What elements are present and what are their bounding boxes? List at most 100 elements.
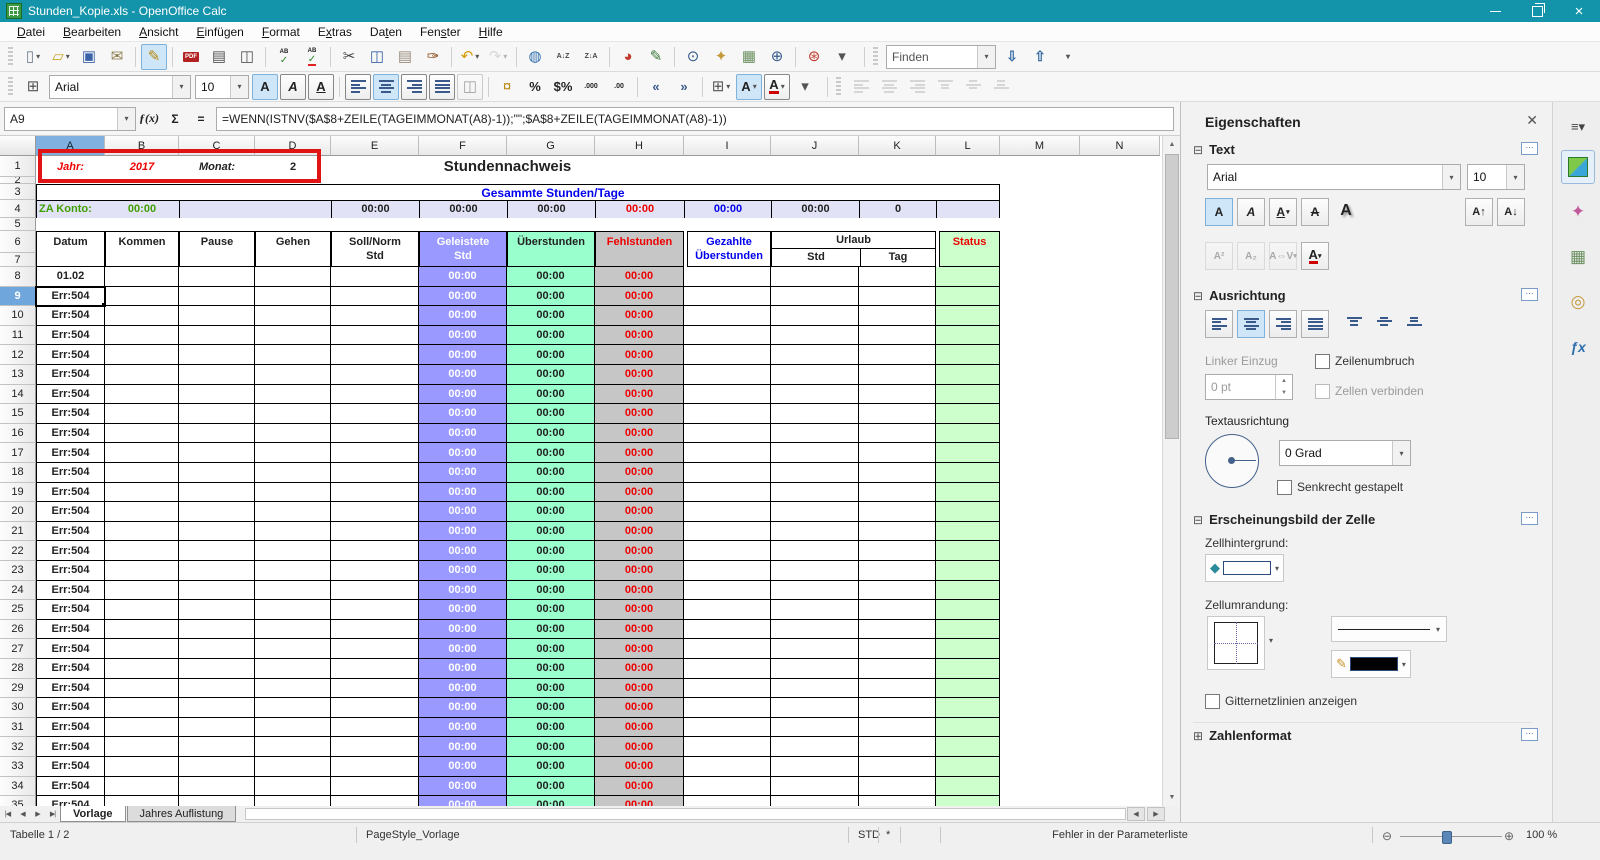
cell-c33[interactable] <box>179 757 255 777</box>
cell-b24[interactable] <box>105 580 179 601</box>
cell-i26[interactable] <box>684 619 771 640</box>
cell-i27[interactable] <box>684 639 771 659</box>
cell-f11[interactable]: 00:00 <box>419 325 507 346</box>
cell-g18[interactable]: 00:00 <box>507 463 595 483</box>
cell-k9[interactable] <box>859 286 936 307</box>
cell-j15[interactable] <box>771 404 859 424</box>
cell-i17[interactable] <box>684 443 771 463</box>
cell-g31[interactable]: 00:00 <box>507 717 595 738</box>
cell-b16[interactable] <box>105 423 179 444</box>
cell-f33[interactable]: 00:00 <box>419 757 507 777</box>
row-header-15[interactable]: 15 <box>0 404 36 424</box>
cell-f14[interactable]: 00:00 <box>419 384 507 405</box>
sidebar-align-top-button[interactable] <box>1341 310 1367 336</box>
cell-b11[interactable] <box>105 325 179 346</box>
cell-c25[interactable] <box>179 600 255 620</box>
cell-a24[interactable]: Err:504 <box>36 580 105 601</box>
cell-g15[interactable]: 00:00 <box>507 404 595 424</box>
row-header-20[interactable]: 20 <box>0 502 36 522</box>
cell-e27[interactable] <box>331 639 419 659</box>
help-button[interactable]: ⊛ <box>801 44 827 70</box>
menu-daten[interactable]: Daten <box>361 23 411 41</box>
cell-f31[interactable]: 00:00 <box>419 717 507 738</box>
column-header-m[interactable]: M <box>1000 136 1080 156</box>
menu-bearbeiten[interactable]: Bearbeiten <box>54 23 130 41</box>
cell-k32[interactable] <box>859 737 936 757</box>
cell-d27[interactable] <box>255 639 331 659</box>
cell-h20[interactable]: 00:00 <box>595 502 684 522</box>
navigator-deck-button[interactable]: ◎ <box>1561 285 1595 319</box>
cell-h30[interactable]: 00:00 <box>595 698 684 718</box>
sidebar-align-bottom-button[interactable] <box>1401 310 1427 336</box>
cell-g23[interactable]: 00:00 <box>507 561 595 581</box>
cell-l25[interactable] <box>936 600 1000 620</box>
cell-k14[interactable] <box>859 384 936 405</box>
function-wizard-button[interactable]: ƒ(x) <box>136 108 162 130</box>
selection-mode[interactable]: STD <box>858 829 880 841</box>
cell-l17[interactable] <box>936 443 1000 463</box>
cell-e18[interactable] <box>331 463 419 483</box>
scroll-left-icon[interactable]: ◀ <box>1127 807 1145 821</box>
cell-d12[interactable] <box>255 345 331 365</box>
cell-f22[interactable]: 00:00 <box>419 541 507 561</box>
cell-l15[interactable] <box>936 404 1000 424</box>
row-header-3[interactable]: 3 <box>0 184 36 200</box>
formatting-toolbar-options-button[interactable]: ▾ <box>792 74 818 100</box>
cell-k12[interactable] <box>859 345 936 365</box>
cell-e19[interactable] <box>331 482 419 503</box>
cell-appearance-dialog-launcher-icon[interactable]: ⋯ <box>1521 512 1538 525</box>
font-name-combo[interactable]: Arial ▾ <box>49 74 191 99</box>
cell-b9[interactable] <box>105 286 179 307</box>
cell-a22[interactable]: Err:504 <box>36 541 105 561</box>
header-datum[interactable]: Datum <box>36 231 105 267</box>
cell-l28[interactable] <box>936 659 1000 679</box>
cell-g12[interactable]: 00:00 <box>507 345 595 365</box>
find-previous-button[interactable]: ⇧ <box>1027 44 1053 70</box>
row-header-6[interactable]: 6 <box>0 231 36 253</box>
row-header-12[interactable]: 12 <box>0 345 36 365</box>
zoom-out-icon[interactable]: ⊖ <box>1382 829 1392 843</box>
cell-d8[interactable] <box>255 267 331 287</box>
cell-j20[interactable] <box>771 502 859 522</box>
menu-extras[interactable]: Extras <box>309 23 361 41</box>
cell-k10[interactable] <box>859 306 936 326</box>
cell-g21[interactable]: 00:00 <box>507 521 595 542</box>
italic-button[interactable]: A <box>280 73 306 100</box>
row-header-25[interactable]: 25 <box>0 600 36 620</box>
cell-l8[interactable] <box>936 267 1000 287</box>
cell-l27[interactable] <box>936 639 1000 659</box>
font-color-dropdown-icon[interactable]: ▾ <box>781 82 785 91</box>
scroll-right-icon[interactable]: ▶ <box>1147 807 1165 821</box>
menu-format[interactable]: Format <box>253 23 309 41</box>
cell-h13[interactable]: 00:00 <box>595 365 684 385</box>
merge-cells-button[interactable]: ◫ <box>457 73 483 100</box>
decrease-indent-button[interactable]: « <box>643 74 669 100</box>
cell-d13[interactable] <box>255 365 331 385</box>
cell-i22[interactable] <box>684 541 771 561</box>
cell-b29[interactable] <box>105 678 179 699</box>
sidebar-sidebar-font-color-button[interactable]: A ▾ <box>1301 242 1329 270</box>
cell-k34[interactable] <box>859 776 936 797</box>
cell-c23[interactable] <box>179 561 255 581</box>
cell-b15[interactable] <box>105 404 179 424</box>
cell-l14[interactable] <box>936 384 1000 405</box>
cell-l31[interactable] <box>936 717 1000 738</box>
cell-j13[interactable] <box>771 365 859 385</box>
column-header-f[interactable]: F <box>419 136 507 156</box>
cell-f28[interactable]: 00:00 <box>419 659 507 679</box>
cell-a21[interactable]: Err:504 <box>36 521 105 542</box>
cell-g17[interactable]: 00:00 <box>507 443 595 463</box>
cell-e21[interactable] <box>331 521 419 542</box>
cell-k31[interactable] <box>859 717 936 738</box>
zoom-in-icon[interactable]: ⊕ <box>1504 829 1514 843</box>
header-soll-norm-std[interactable]: Soll/Norm Std <box>331 231 419 267</box>
cell-j25[interactable] <box>771 600 859 620</box>
new-document-dropdown-icon[interactable]: ▾ <box>36 52 40 61</box>
paste-button[interactable]: ▤ <box>392 44 418 70</box>
horizontal-scrollbar-thumb[interactable] <box>245 808 1126 820</box>
cell-l11[interactable] <box>936 325 1000 346</box>
border-line-color-picker[interactable]: ✎ ▾ <box>1331 650 1411 678</box>
cell-i33[interactable] <box>684 757 771 777</box>
cell-k23[interactable] <box>859 561 936 581</box>
cell-a20[interactable]: Err:504 <box>36 502 105 522</box>
